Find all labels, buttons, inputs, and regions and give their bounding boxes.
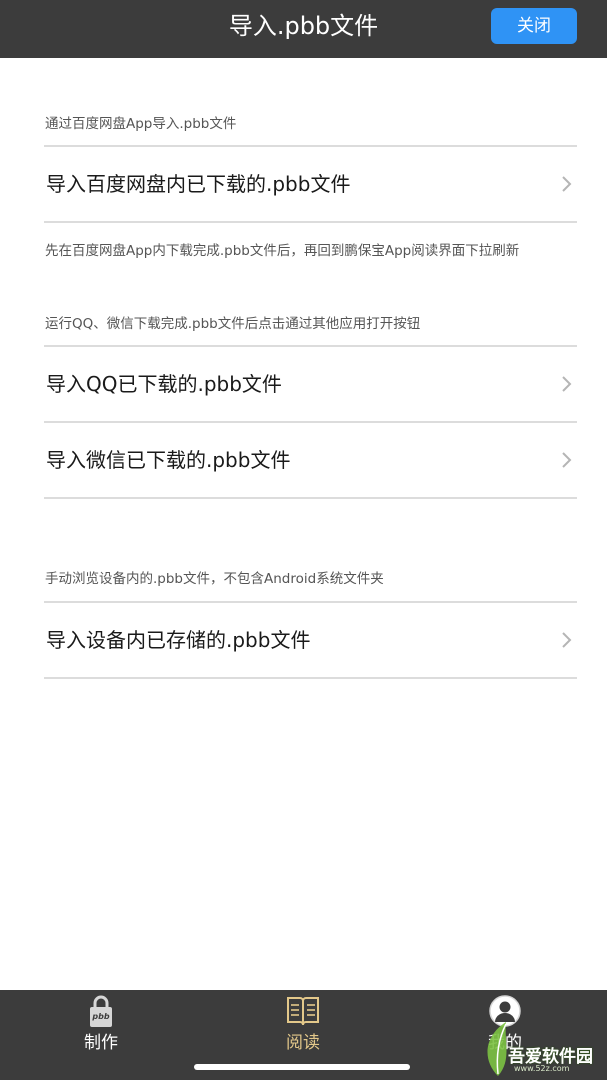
lock-icon-text: pbb <box>92 1012 110 1021</box>
open-book-icon <box>285 994 321 1028</box>
section-hint-device: 手动浏览设备内的.pbb文件，不包含Android系统文件夹 <box>45 571 384 587</box>
section-hint-qq-wechat: 运行QQ、微信下载完成.pbb文件后点击通过其他应用打开按钮 <box>45 316 421 332</box>
section-hint-baidu: 通过百度网盘App导入.pbb文件 <box>45 116 237 132</box>
import-baidu-row[interactable]: 导入百度网盘内已下载的.pbb文件 <box>44 147 577 221</box>
divider <box>44 497 577 499</box>
chevron-right-icon <box>557 631 575 649</box>
watermark-subtext: www.52z.com <box>514 1064 570 1073</box>
home-indicator <box>194 1064 410 1070</box>
close-button[interactable]: 关闭 <box>491 8 577 44</box>
tab-make[interactable]: pbb 制作 <box>31 990 171 1080</box>
import-wechat-row[interactable]: 导入微信已下载的.pbb文件 <box>44 423 577 497</box>
divider <box>44 677 577 679</box>
chevron-right-icon <box>557 375 575 393</box>
divider <box>44 221 577 223</box>
import-qq-label: 导入QQ已下载的.pbb文件 <box>46 372 282 396</box>
section-footer-baidu: 先在百度网盘App内下载完成.pbb文件后，再回到鹏保宝App阅读界面下拉刷新 <box>45 243 520 259</box>
import-device-label: 导入设备内已存储的.pbb文件 <box>46 628 311 652</box>
import-baidu-label: 导入百度网盘内已下载的.pbb文件 <box>46 172 351 196</box>
chevron-right-icon <box>557 451 575 469</box>
import-device-row[interactable]: 导入设备内已存储的.pbb文件 <box>44 603 577 677</box>
import-qq-row[interactable]: 导入QQ已下载的.pbb文件 <box>44 347 577 421</box>
tab-make-label: 制作 <box>84 1033 118 1053</box>
header-bar: 导入.pbb文件 关闭 <box>0 0 607 58</box>
watermark-logo: 吾爱软件园 www.52z.com <box>478 1016 604 1078</box>
tab-read-label: 阅读 <box>286 1033 320 1053</box>
lock-pbb-icon: pbb <box>83 994 119 1028</box>
chevron-right-icon <box>557 175 575 193</box>
import-wechat-label: 导入微信已下载的.pbb文件 <box>46 448 291 472</box>
